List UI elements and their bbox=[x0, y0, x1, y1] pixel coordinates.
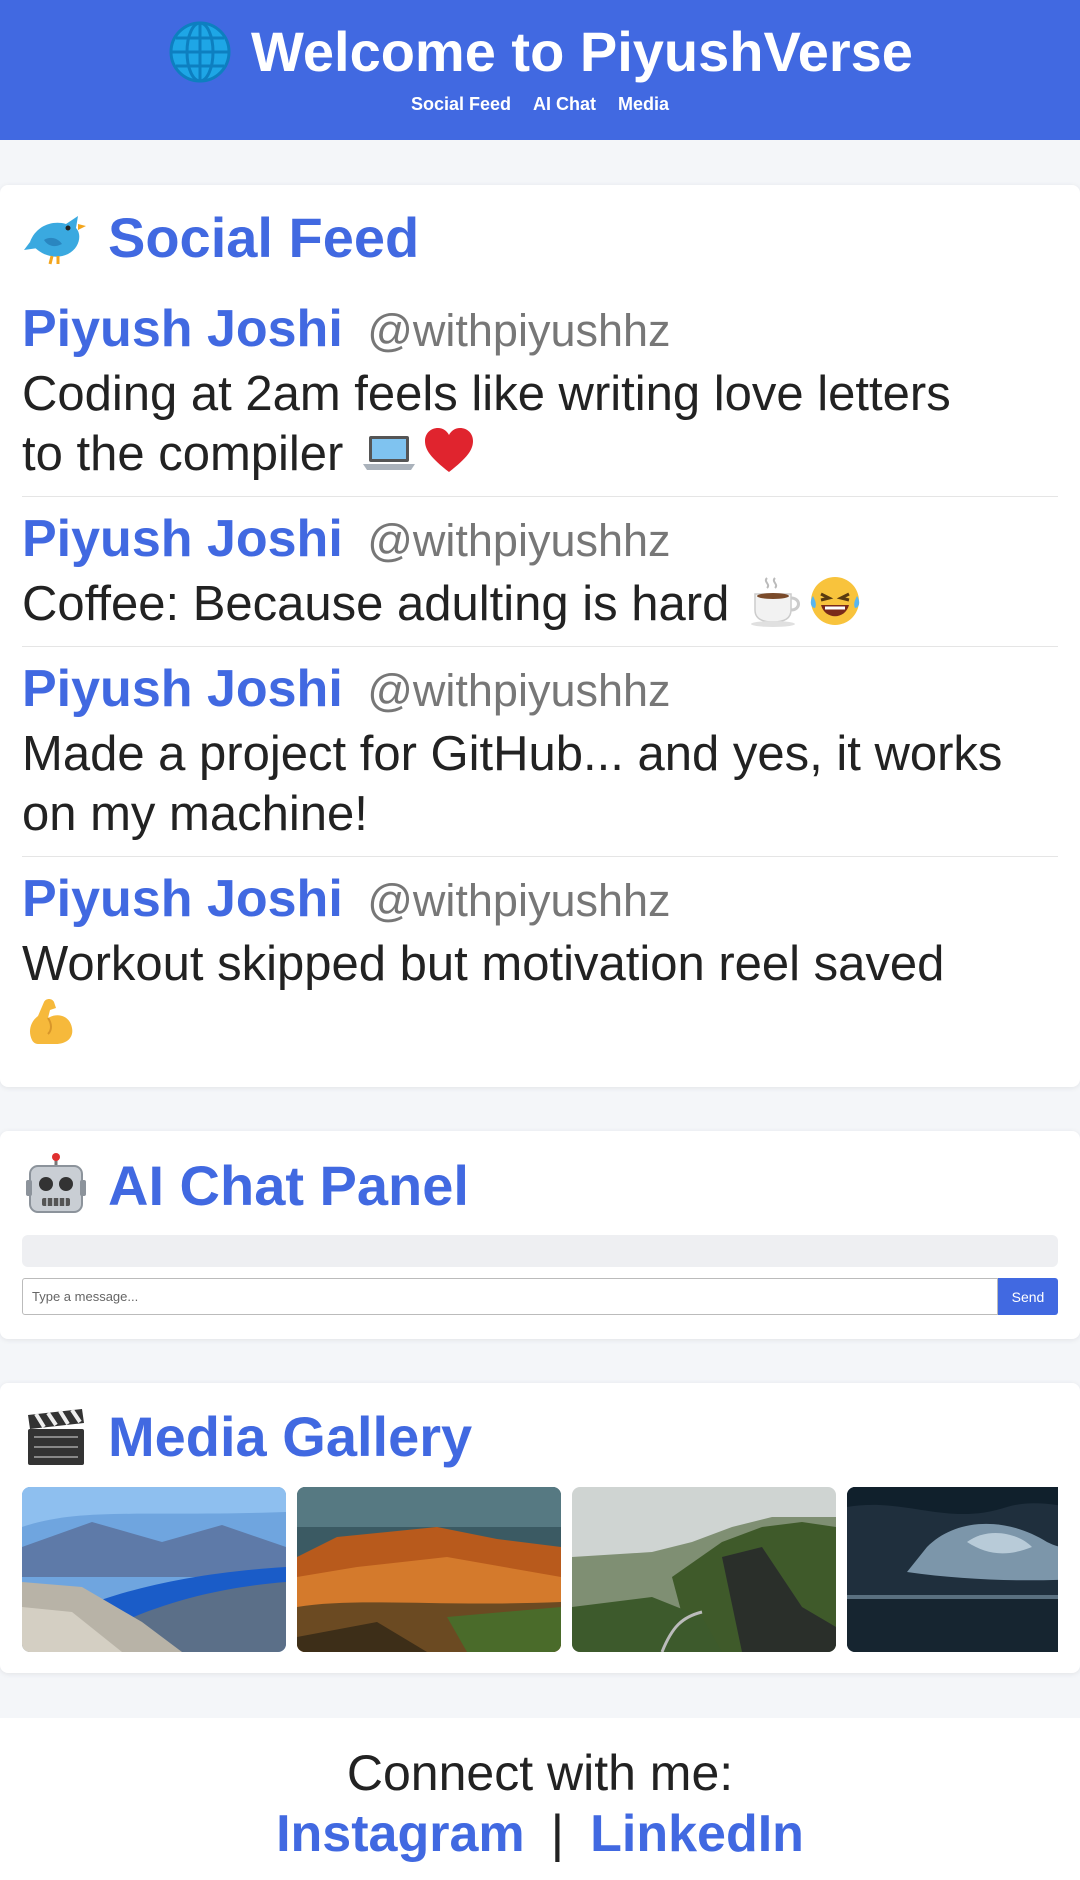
post-text-line: to the compiler bbox=[22, 427, 344, 481]
connect-text: Connect with me: bbox=[346, 1745, 734, 1801]
media-gallery-heading: Media Gallery bbox=[108, 1405, 473, 1468]
post-text: Made a project for GitHub... and yes, it… bbox=[22, 724, 1058, 844]
divider bbox=[22, 646, 1058, 647]
footer: Connect with me: Instagram | LinkedIn bbox=[0, 1718, 1080, 1880]
chat-messages-area[interactable] bbox=[22, 1235, 1058, 1267]
clapper-board-icon bbox=[28, 1408, 84, 1465]
top-nav: Social Feed AI Chat Media bbox=[0, 94, 1080, 115]
post-author[interactable]: Piyush Joshi bbox=[22, 660, 343, 718]
image-gallery bbox=[22, 1487, 1058, 1652]
nav-link-social-feed[interactable]: Social Feed bbox=[411, 94, 511, 115]
gallery-image-fjord[interactable] bbox=[22, 1487, 286, 1652]
nav-link-media[interactable]: Media bbox=[618, 94, 669, 115]
divider bbox=[22, 856, 1058, 857]
header: Welcome to PiyushVerse Social Feed AI Ch… bbox=[0, 0, 1080, 140]
link-separator: | bbox=[550, 1805, 565, 1863]
post: Piyush Joshi @withpiyushhz Workout skipp… bbox=[22, 868, 1058, 1054]
post-author[interactable]: Piyush Joshi bbox=[22, 300, 343, 358]
post-handle[interactable]: @withpiyushhz bbox=[367, 515, 670, 566]
chat-message-input[interactable] bbox=[22, 1278, 998, 1315]
post-handle[interactable]: @withpiyushhz bbox=[367, 305, 670, 356]
laptop-icon bbox=[363, 436, 415, 470]
ai-chat-title: AI Chat Panel bbox=[22, 1152, 469, 1220]
post-text-line: Workout skipped but motivation reel save… bbox=[22, 937, 945, 991]
post-handle[interactable]: @withpiyushhz bbox=[367, 875, 670, 926]
post-text-line: Made a project for GitHub... and yes, it… bbox=[22, 727, 1003, 781]
post-text-line: Coding at 2am feels like writing love le… bbox=[22, 367, 951, 421]
post-handle[interactable]: @withpiyushhz bbox=[367, 665, 670, 716]
post-text: Workout skipped but motivation reel save… bbox=[22, 934, 1058, 1054]
ai-chat-heading: AI Chat Panel bbox=[108, 1154, 469, 1217]
post: Piyush Joshi @withpiyushhz Coffee: Becau… bbox=[22, 508, 1058, 634]
globe-icon bbox=[169, 21, 231, 83]
nav-link-ai-chat[interactable]: AI Chat bbox=[533, 94, 596, 115]
laughing-face-icon bbox=[810, 577, 860, 625]
post-text: Coffee: Because adulting is hard bbox=[22, 574, 1058, 634]
post-text: Coding at 2am feels like writing love le… bbox=[22, 364, 1058, 484]
page-title: Welcome to PiyushVerse bbox=[251, 20, 913, 83]
robot-icon bbox=[26, 1153, 86, 1213]
send-button[interactable]: Send bbox=[998, 1278, 1058, 1315]
post-author[interactable]: Piyush Joshi bbox=[22, 870, 343, 928]
social-feed-title: Social Feed bbox=[22, 204, 419, 272]
post: Piyush Joshi @withpiyushhz Coding at 2am… bbox=[22, 298, 1058, 484]
post-text-line: Coffee: Because adulting is hard bbox=[22, 577, 730, 631]
gallery-image-storm[interactable] bbox=[847, 1487, 1058, 1652]
heart-icon bbox=[425, 428, 473, 472]
coffee-icon bbox=[750, 577, 800, 627]
divider bbox=[22, 496, 1058, 497]
post: Piyush Joshi @withpiyushhz Made a projec… bbox=[22, 658, 1058, 844]
post-text-line: on my machine! bbox=[22, 787, 368, 841]
gallery-image-cliffs[interactable] bbox=[572, 1487, 836, 1652]
flexed-bicep-icon bbox=[30, 999, 73, 1044]
post-author[interactable]: Piyush Joshi bbox=[22, 510, 343, 568]
social-links: Instagram | LinkedIn bbox=[0, 1802, 1080, 1866]
social-feed-heading: Social Feed bbox=[108, 206, 420, 269]
page-title-row: Welcome to PiyushVerse bbox=[0, 16, 1080, 88]
linkedin-link[interactable]: LinkedIn bbox=[590, 1805, 804, 1863]
bird-icon bbox=[24, 216, 86, 265]
media-gallery-title: Media Gallery bbox=[22, 1403, 472, 1471]
gallery-image-canyon[interactable] bbox=[297, 1487, 561, 1652]
instagram-link[interactable]: Instagram bbox=[276, 1805, 525, 1863]
